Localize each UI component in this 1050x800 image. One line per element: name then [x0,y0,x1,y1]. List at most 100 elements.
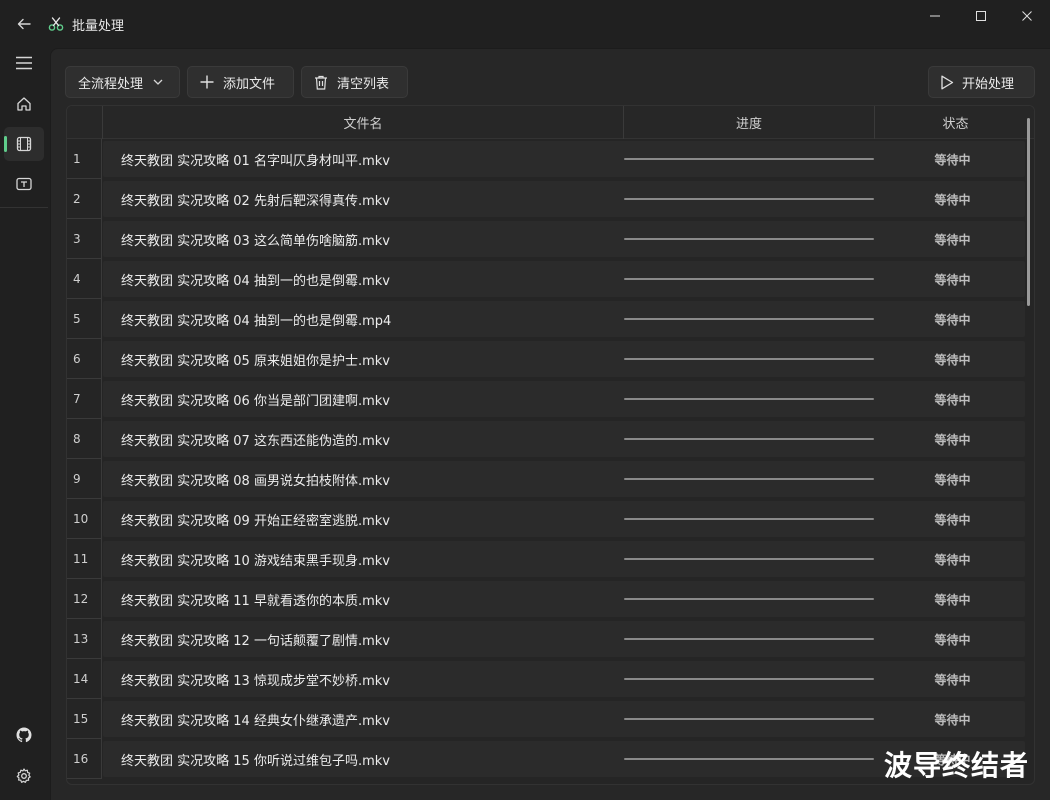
row-status: 等待中 [934,672,971,687]
row-index: 15 [67,699,102,739]
mode-select[interactable]: 全流程处理 [65,66,180,98]
row-filename: 终天教团 实况攻略 06 你当是部门团建啊.mkv [121,393,390,409]
table-row[interactable]: 13 终天教团 实况攻略 12 一句话颠覆了剧情.mkv 等待中 [67,619,1034,659]
window-controls [912,0,1050,32]
table-row[interactable]: 9 终天教团 实况攻略 08 画男说女拍枝附体.mkv 等待中 [67,459,1034,499]
header-filename[interactable]: 文件名 [103,106,623,139]
row-filename: 终天教团 实况攻略 04 抽到一的也是倒霉.mp4 [121,313,392,329]
row-status: 等待中 [934,632,971,647]
row-status: 等待中 [934,152,971,167]
nav-batch[interactable] [4,127,44,161]
add-files-label: 添加文件 [223,76,276,92]
table-row[interactable]: 7 终天教团 实况攻略 06 你当是部门团建啊.mkv 等待中 [67,379,1034,419]
row-filename: 终天教团 实况攻略 11 早就看透你的本质.mkv [121,593,390,609]
row-progress-bar [624,358,874,360]
subtitle-icon [16,177,32,191]
table-row[interactable]: 4 终天教团 实况攻略 04 抽到一的也是倒霉.mkv 等待中 [67,259,1034,299]
row-filename: 终天教团 实况攻略 15 你听说过维包子吗.mkv [121,753,390,769]
row-status: 等待中 [934,312,971,327]
maximize-button[interactable] [958,0,1004,32]
minimize-button[interactable] [912,0,958,32]
row-status: 等待中 [934,392,971,407]
nav-home[interactable] [4,87,44,121]
row-status: 等待中 [934,192,971,207]
file-table: 文件名 进度 状态 1 终天教团 实况攻略 01 名字叫仄身材叫平.mkv 等待中 2… [66,105,1035,785]
row-filename: 终天教团 实况攻略 09 开始正经密室逃脱.mkv [121,513,390,529]
table-row[interactable]: 8 终天教团 实况攻略 07 这东西还能伪造的.mkv 等待中 [67,419,1034,459]
table-row[interactable]: 5 终天教团 实况攻略 04 抽到一的也是倒霉.mp4 等待中 [67,299,1034,339]
row-status: 等待中 [934,552,971,567]
title-bar: 批量处理 [0,0,1050,48]
play-icon [940,75,954,90]
window-title: 批量处理 [72,18,125,34]
table-header: 文件名 进度 状态 [67,106,1034,139]
table-row[interactable]: 15 终天教团 实况攻略 14 经典女仆继承遗产.mkv 等待中 [67,699,1034,739]
github-button[interactable] [4,718,44,752]
mode-select-value: 全流程处理 [78,76,144,92]
table-row[interactable]: 1 终天教团 实况攻略 01 名字叫仄身材叫平.mkv 等待中 [67,139,1034,179]
trash-icon [314,75,328,90]
close-button[interactable] [1004,0,1050,32]
back-button[interactable] [0,0,48,48]
row-index: 9 [67,459,102,499]
settings-button[interactable] [4,759,44,793]
row-filename: 终天教团 实况攻略 10 游戏结束黑手现身.mkv [121,553,390,569]
film-icon [16,136,32,152]
row-filename: 终天教团 实况攻略 04 抽到一的也是倒霉.mkv [121,273,390,289]
home-icon [17,97,31,111]
menu-toggle-button[interactable] [4,46,44,80]
arrow-left-icon [17,18,31,30]
table-row[interactable]: 3 终天教团 实况攻略 03 这么简单伤啥脑筋.mkv 等待中 [67,219,1034,259]
row-status: 等待中 [934,592,971,607]
row-index: 3 [67,219,102,259]
row-filename: 终天教团 实况攻略 12 一句话颠覆了剧情.mkv [121,633,390,649]
row-progress-bar [624,278,874,280]
row-index: 1 [67,139,102,179]
row-status: 等待中 [934,272,971,287]
row-index: 14 [67,659,102,699]
row-progress-bar [624,558,874,560]
row-progress-bar [624,678,874,680]
row-index: 7 [67,379,102,419]
watermark: 波导终结者 [884,749,1030,782]
row-index: 5 [67,299,102,339]
header-progress[interactable]: 进度 [624,106,874,139]
table-row[interactable]: 10 终天教团 实况攻略 09 开始正经密室逃脱.mkv 等待中 [67,499,1034,539]
row-progress-bar [624,638,874,640]
row-status: 等待中 [934,232,971,247]
row-progress-bar [624,398,874,400]
add-files-button[interactable]: 添加文件 [187,66,294,98]
table-row[interactable]: 6 终天教团 实况攻略 05 原来姐姐你是护士.mkv 等待中 [67,339,1034,379]
github-icon [16,727,32,743]
table-row[interactable]: 14 终天教团 实况攻略 13 惊现成步堂不妙桥.mkv 等待中 [67,659,1034,699]
row-progress-bar [624,198,874,200]
vertical-scrollbar[interactable] [1027,118,1030,306]
main-content: 全流程处理 添加文件 清空列表 开始处理 文件名 进度 状态 1 终天教团 实况攻… [50,48,1050,800]
nav-subtitle[interactable] [4,167,44,201]
start-label: 开始处理 [962,76,1015,92]
row-progress-bar [624,318,874,320]
sidebar [0,44,48,800]
close-icon [1022,11,1032,21]
table-row[interactable]: 11 终天教团 实况攻略 10 游戏结束黑手现身.mkv 等待中 [67,539,1034,579]
row-status: 等待中 [934,712,971,727]
row-progress-bar [624,478,874,480]
clear-list-button[interactable]: 清空列表 [301,66,408,98]
app-logo-icon [48,16,64,32]
table-row[interactable]: 12 终天教团 实况攻略 11 早就看透你的本质.mkv 等待中 [67,579,1034,619]
table-row[interactable]: 2 终天教团 实况攻略 02 先射后靶深得真传.mkv 等待中 [67,179,1034,219]
row-progress-bar [624,238,874,240]
row-filename: 终天教团 实况攻略 03 这么简单伤啥脑筋.mkv [121,233,390,249]
row-status: 等待中 [934,352,971,367]
row-progress-bar [624,758,874,760]
header-status[interactable]: 状态 [875,106,1034,139]
row-progress-bar [624,158,874,160]
clear-list-label: 清空列表 [337,76,390,92]
row-filename: 终天教团 实况攻略 14 经典女仆继承遗产.mkv [121,713,390,729]
gear-icon [16,768,31,783]
sidebar-divider [0,207,48,208]
start-button[interactable]: 开始处理 [928,66,1035,98]
row-status: 等待中 [934,512,971,527]
row-filename: 终天教团 实况攻略 13 惊现成步堂不妙桥.mkv [121,673,390,689]
row-index: 10 [67,499,102,539]
